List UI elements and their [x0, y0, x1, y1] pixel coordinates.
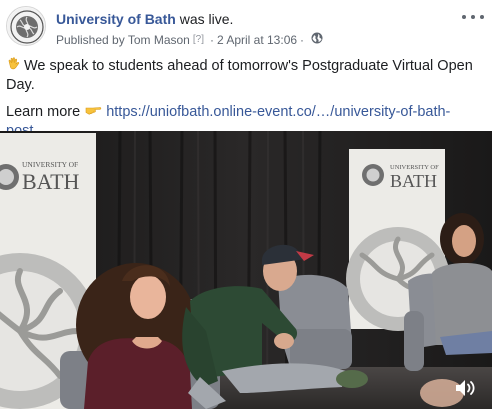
- banner-right-line2: BATH: [390, 171, 437, 191]
- banner-left-line1: UNIVERSITY OF: [22, 160, 78, 169]
- person-left: [76, 263, 196, 409]
- volume-icon[interactable]: [454, 377, 478, 399]
- post-message-text: We speak to students ahead of tomorrow's…: [6, 58, 473, 93]
- meta-separator: ·: [300, 32, 305, 47]
- post-message: We speak to students ahead of tomorrow's…: [6, 56, 480, 95]
- meta-separator: ·: [209, 32, 214, 47]
- more-options-icon[interactable]: [462, 9, 484, 25]
- banner-left-line2: BATH: [22, 169, 80, 194]
- publisher-info-badge[interactable]: [?]: [193, 34, 204, 45]
- post-timestamp[interactable]: 2 April at 13:06: [217, 33, 297, 47]
- post-action-text: was live.: [175, 11, 234, 27]
- video-player[interactable]: UNIVERSITY OF BATH UNIVERSITY OF BATH: [0, 131, 492, 409]
- waving-hand-icon: [6, 56, 22, 72]
- page-avatar[interactable]: [6, 6, 46, 46]
- video-frame: UNIVERSITY OF BATH UNIVERSITY OF BATH: [0, 131, 492, 409]
- page-name-link[interactable]: University of Bath: [56, 11, 176, 27]
- post-meta: Published by Tom Mason [?] · 2 April at …: [56, 32, 323, 47]
- publisher-link[interactable]: Published by Tom Mason: [56, 33, 190, 47]
- post-title-line: University of Bath was live.: [56, 11, 233, 27]
- learn-more-label: Learn more: [6, 104, 81, 120]
- pointing-right-icon: [84, 102, 102, 118]
- person-right: [432, 213, 492, 355]
- banner-right-line1: UNIVERSITY OF: [390, 164, 439, 171]
- post-header: University of Bath was live. Published b…: [6, 6, 486, 50]
- globe-icon[interactable]: [311, 32, 323, 47]
